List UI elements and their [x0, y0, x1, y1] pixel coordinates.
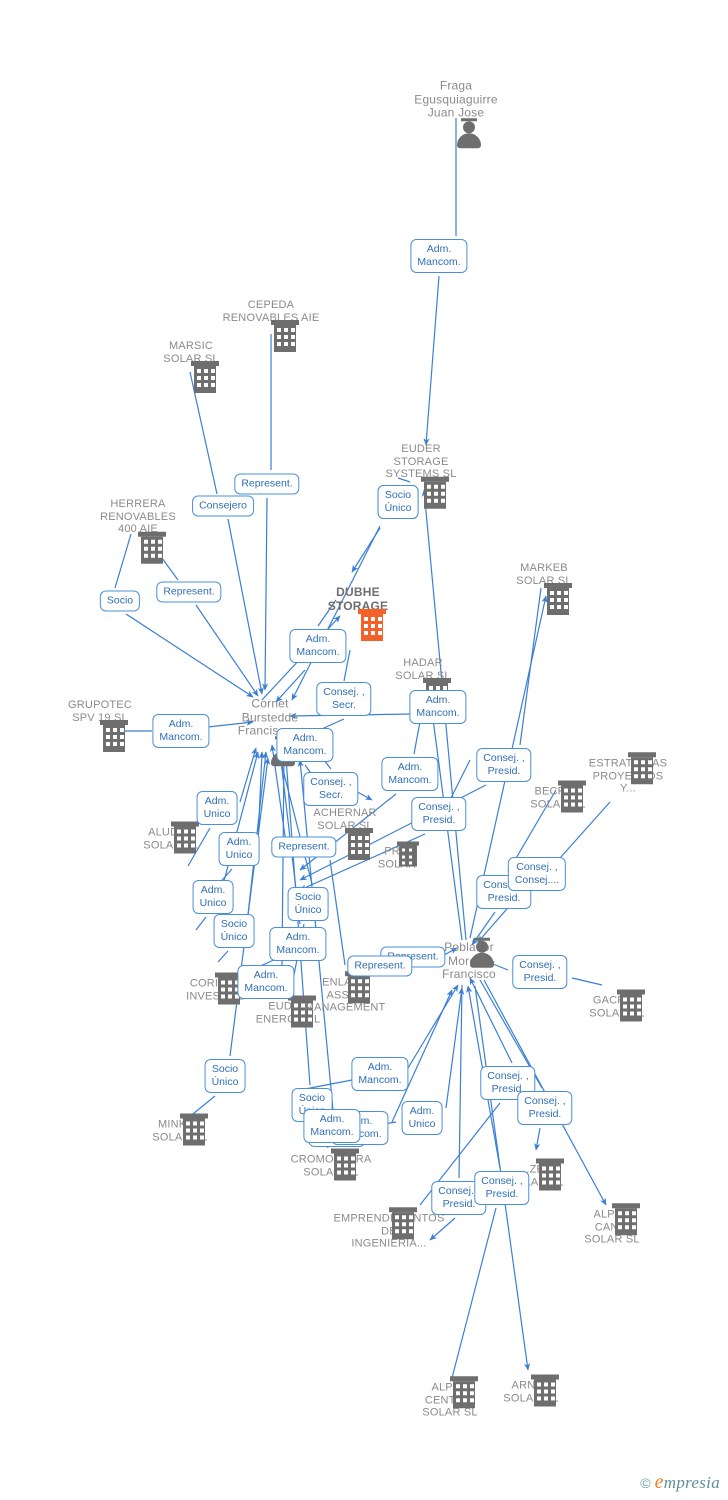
graph-node-cepeda[interactable]: CEPEDA RENOVABLES AIE — [211, 299, 331, 352]
edge-label-cornet-to-becrux[interactable]: Consej. , Presid. — [411, 797, 467, 831]
graph-node-dubhe[interactable]: DUBHE STORAGE — [298, 585, 418, 641]
edge-label-poblador-to-euder_energy[interactable]: Adm. Unico — [401, 1101, 443, 1135]
edge-label-cornet-to-cepeda[interactable]: Represent. — [234, 473, 300, 495]
edge-fraga-to-euder_storage — [426, 118, 457, 445]
brand-name: empresia — [655, 1471, 720, 1494]
graph-node-aludra[interactable]: ALUDRA SOLAR SL — [111, 821, 231, 854]
edge-label-cornet-to-dubhe[interactable]: Adm. Mancom. — [289, 629, 347, 663]
edge-label-cornet-to-corilha[interactable]: Socio Único — [213, 914, 255, 948]
edge-label-poblador-to-enland[interactable]: Represent. — [347, 955, 413, 977]
graph-node-alpha_canis[interactable]: ALPHA CANIS SOLAR SL — [552, 1203, 672, 1246]
edge-cornet-to-cepeda — [265, 334, 271, 690]
node-label-euder_storage: EUDER STORAGE SYSTEMS SL — [385, 442, 457, 480]
graph-node-achernar[interactable]: ACHERNAR SOLAR SL — [285, 807, 405, 860]
edge-label-cornet-to-marsic[interactable]: Consejero — [192, 495, 254, 517]
edge-label-cornet-to-grupotec[interactable]: Adm. Mancom. — [152, 714, 210, 748]
node-label-proxima: PR... SOLAR — [377, 845, 417, 871]
edge-dubhe-to-euder_storage — [351, 527, 381, 573]
node-label-cromosfera: CROMOSFERA SOLAR SL — [290, 1153, 372, 1179]
node-label-aludra: ALUDRA SOLAR SL — [143, 826, 198, 852]
edge-label-cornet-to-markeb[interactable]: Consej. , Presid. — [476, 748, 532, 782]
graph-node-markeb[interactable]: MARKEB SOLAR SL — [484, 562, 604, 615]
edge-label-cornet-to-aludra[interactable]: Adm. Unico — [218, 832, 260, 866]
edge-label-poblador-to-alpha_centuri[interactable]: Consej. , Presid. — [474, 1171, 530, 1205]
brand-rest: mpresia — [663, 1473, 720, 1492]
edge-label-dubhe-to-euder_storage[interactable]: Socio Único — [377, 485, 419, 519]
node-label-minkar: MINKAR SOLAR SL — [152, 1118, 207, 1144]
graph-node-cromosfera[interactable]: CROMOSFERA SOLAR SL — [271, 1148, 391, 1181]
graph-node-gacrux[interactable]: GACRUX SOLAR SL — [557, 989, 677, 1022]
edge-label-cornet-to-achernar[interactable]: Consej. , Secr. — [303, 772, 359, 806]
graph-node-emprendim[interactable]: EMPRENDIMIENTOS DE INGENIERIA... — [329, 1207, 449, 1250]
copyright-icon: © — [640, 1474, 651, 1491]
graph-node-grupotec[interactable]: GRUPOTEC SPV 19 SL — [40, 699, 160, 752]
node-label-fraga: Fraga Egusquiaguirre Juan Jose — [414, 78, 498, 120]
edge-label-poblador-to-estrategias[interactable]: Consej. , Consej.... — [507, 857, 567, 891]
edge-cornet-to-herrera — [114, 533, 253, 697]
edge-label-cornet-to-hadar[interactable]: Adm. Mancom. — [381, 757, 439, 791]
edge-label-cornet-to-achernar[interactable]: Consej. , Secr. — [316, 682, 372, 716]
edge-label-cornet-to-herrera[interactable]: Represent. — [156, 581, 222, 603]
node-label-gacrux: GACRUX SOLAR SL — [589, 994, 644, 1020]
edge-label-cornet-to-achernar[interactable]: Adm. Mancom. — [276, 728, 334, 762]
edge-label-cornet-to-minkar[interactable]: Socio Único — [204, 1059, 246, 1093]
corporate-network-diagram: Fraga Egusquiaguirre Juan Jose CEPEDA REN… — [0, 0, 728, 1500]
edge-paths — [114, 118, 611, 1379]
edge-label-cornet-to-enland[interactable]: Represent. — [271, 836, 337, 858]
graph-node-becrux[interactable]: BECRUX SOLAR SL — [498, 780, 618, 813]
edge-label-poblador-to-euder_energy[interactable]: Adm. Mancom. — [303, 1109, 361, 1143]
graph-node-arneb[interactable]: ARNEB SOLAR SL — [471, 1374, 591, 1407]
graph-node-minkar[interactable]: MINKAR SOLAR SL — [120, 1113, 240, 1146]
graph-node-fraga[interactable]: Fraga Egusquiaguirre Juan Jose — [396, 78, 516, 148]
node-label-arneb: ARNEB SOLAR SL — [503, 1379, 558, 1405]
graph-node-enland[interactable]: ENLAND ASSET MANAGEMENT — [285, 971, 405, 1014]
node-label-herrera: HERRERA RENOVABLES 400 AIE — [100, 497, 176, 535]
node-label-emprendim: EMPRENDIMIENTOS DE INGENIERIA... — [333, 1212, 445, 1250]
watermark: © empresia — [640, 1471, 720, 1494]
graph-node-hadar[interactable]: HADAR SOLAR SL — [363, 657, 483, 710]
node-label-becrux: BECRUX SOLAR SL — [530, 785, 585, 811]
graph-node-herrera[interactable]: HERRERA RENOVABLES 400 AIE — [78, 497, 198, 564]
edge-label-cornet-to-euder_energy[interactable]: Socio Único — [287, 887, 329, 921]
node-label-enland: ENLAND ASSET MANAGEMENT — [304, 976, 386, 1014]
graph-node-marsic[interactable]: MARSIC SOLAR SL — [131, 340, 251, 393]
edge-label-cornet-to-corilha[interactable]: Adm. Mancom. — [237, 965, 295, 999]
edge-label-poblador-to-gacrux[interactable]: Consej. , Presid. — [512, 955, 568, 989]
edge-cornet-to-marsic — [189, 371, 262, 694]
brand-initial: e — [654, 1471, 664, 1493]
node-label-alpha_canis: ALPHA CANIS SOLAR SL — [584, 1208, 640, 1246]
graph-node-proxima[interactable]: PR... SOLAR — [337, 841, 457, 871]
graph-node-euder_storage[interactable]: EUDER STORAGE SYSTEMS SL — [361, 442, 481, 509]
edge-label-cornet-to-aludra[interactable]: Adm. Unico — [196, 791, 238, 825]
edge-label-cornet-to-corilha[interactable]: Adm. Mancom. — [269, 927, 327, 961]
edge-label-fraga-to-euder_storage[interactable]: Adm. Mancom. — [410, 239, 468, 273]
edge-label-poblador-to-euder_energy[interactable]: Adm. Mancom. — [351, 1057, 409, 1091]
edge-label-poblador-to-zen[interactable]: Consej. , Presid. — [517, 1091, 573, 1125]
edge-label-cornet-to-herrera[interactable]: Socio — [99, 590, 141, 612]
edge-label-cornet-to-aludra[interactable]: Adm. Unico — [192, 880, 234, 914]
edge-label-cornet-to-hadar[interactable]: Adm. Mancom. — [409, 690, 467, 724]
